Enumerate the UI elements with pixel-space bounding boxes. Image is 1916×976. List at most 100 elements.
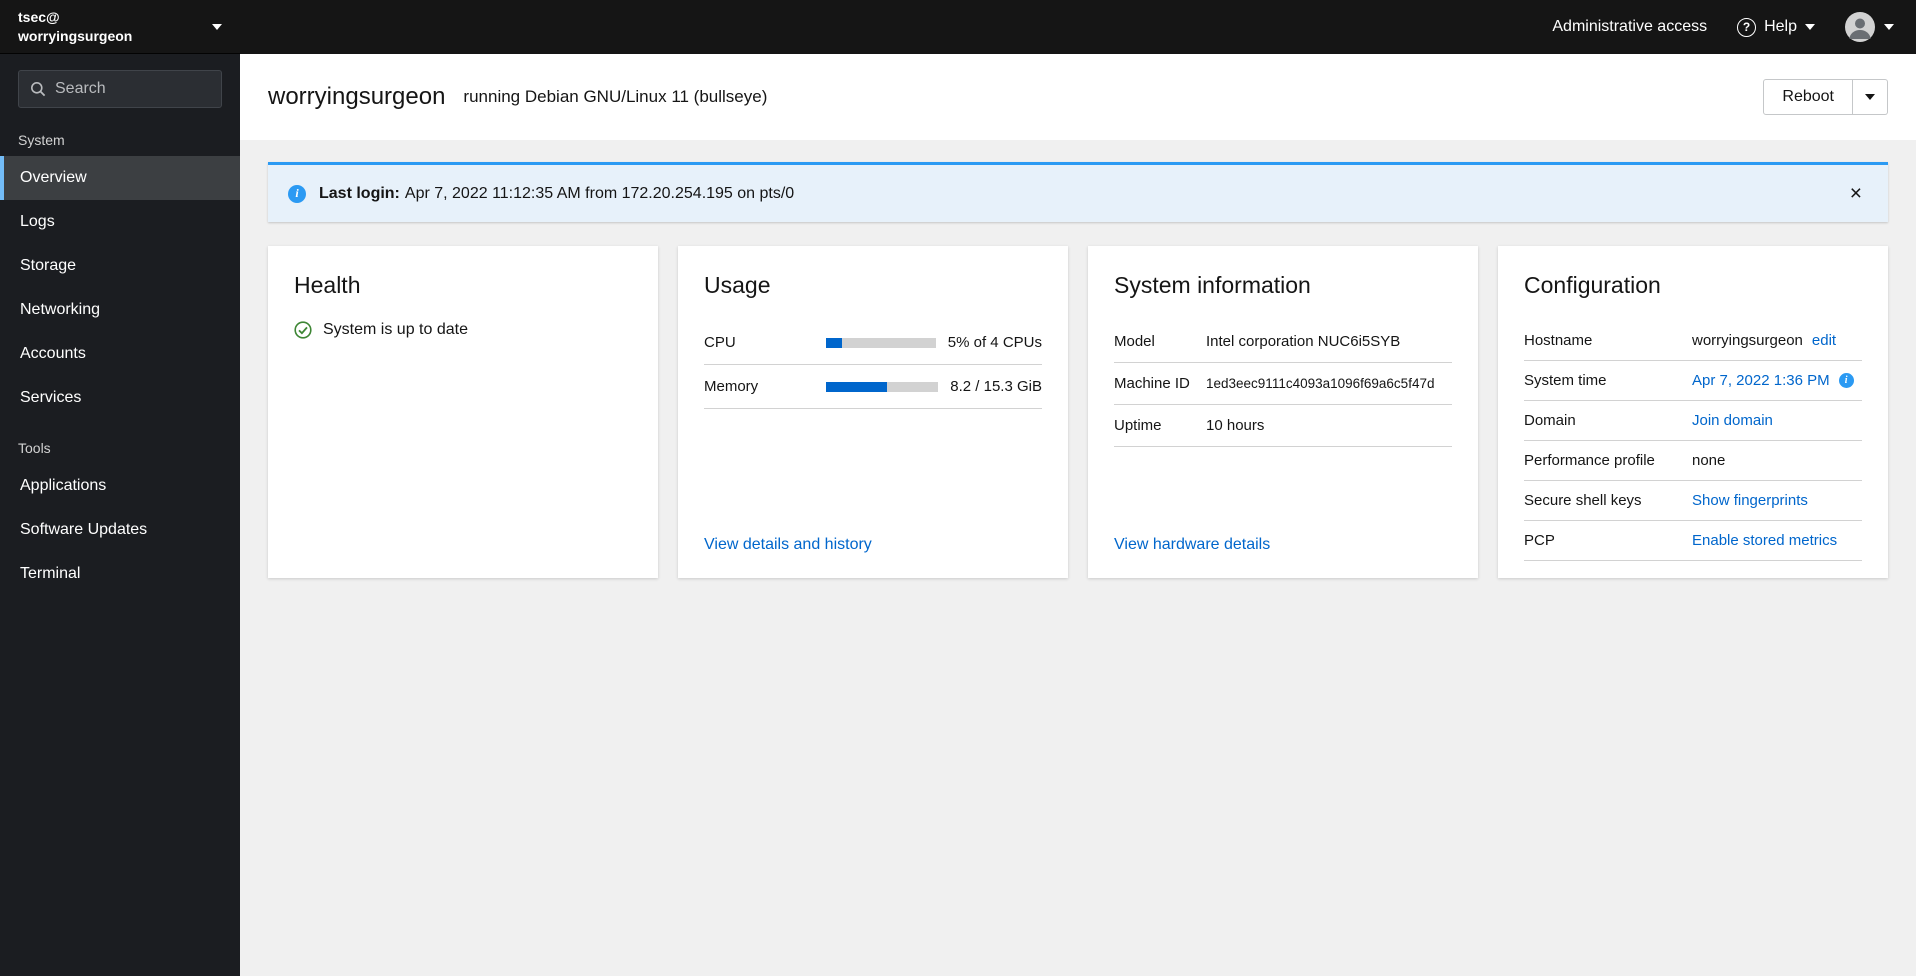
performance-profile-row: Performance profile none (1524, 441, 1862, 481)
health-status-text: System is up to date (323, 321, 468, 338)
show-fingerprints-link[interactable]: Show fingerprints (1692, 492, 1808, 509)
domain-row: Domain Join domain (1524, 401, 1862, 441)
model-row: Model Intel corporation NUC6i5SYB (1114, 321, 1452, 363)
view-details-history-link[interactable]: View details and history (704, 536, 1042, 554)
close-icon[interactable]: × (1844, 181, 1868, 206)
cpu-progress-fill (826, 337, 843, 348)
reboot-split-button: Reboot (1763, 79, 1888, 115)
configuration-card: Configuration Hostname worryingsurgeon e… (1498, 246, 1888, 578)
uptime-value: 10 hours (1206, 417, 1265, 434)
machine-id-value: 1ed3eec9111c4093a1096f69a6c5f47d (1206, 376, 1435, 391)
nav-section-system: System (18, 132, 65, 148)
performance-profile-value: none (1692, 452, 1726, 469)
sidebar-item-logs[interactable]: Logs (0, 200, 240, 244)
hostname-row: Hostname worryingsurgeon edit (1524, 321, 1862, 361)
cpu-usage-row: CPU 5% of 4 CPUs (704, 321, 1042, 365)
sidebar-item-terminal[interactable]: Terminal (0, 552, 240, 596)
time-info-icon[interactable]: i (1838, 373, 1854, 388)
machine-id-label: Machine ID (1114, 375, 1190, 392)
memory-progress-bar (826, 381, 939, 392)
main-content: worryingsurgeon running Debian GNU/Linux… (240, 54, 1916, 976)
domain-label: Domain (1524, 412, 1576, 429)
chevron-down-icon (1805, 24, 1815, 30)
health-status-row: System is up to date (294, 321, 632, 339)
sidebar-item-services[interactable]: Services (0, 376, 240, 420)
usage-card-title: Usage (704, 272, 771, 298)
pcp-label: PCP (1524, 532, 1555, 549)
help-label: Help (1764, 18, 1797, 35)
chevron-down-icon (212, 23, 222, 30)
system-information-card: System information Model Intel corporati… (1088, 246, 1478, 578)
configuration-title: Configuration (1524, 272, 1661, 298)
page-title: worryingsurgeon (268, 83, 446, 110)
memory-label: Memory (704, 378, 759, 395)
cpu-label: CPU (704, 334, 736, 351)
usage-card: Usage CPU 5% of 4 CPUs Memory 8.2 / 15.3… (678, 246, 1068, 578)
search-icon (30, 81, 46, 97)
help-icon: ? (1737, 17, 1757, 37)
cockpit-app: tsec@ worryingsurgeon System Overview Lo… (0, 0, 1916, 976)
chevron-down-icon (1865, 94, 1875, 100)
avatar (1845, 12, 1875, 42)
sidebar-item-overview[interactable]: Overview (0, 156, 240, 200)
performance-profile-label: Performance profile (1524, 452, 1655, 469)
view-hardware-details-link[interactable]: View hardware details (1114, 536, 1452, 554)
sidebar-item-storage[interactable]: Storage (0, 244, 240, 288)
health-card-title: Health (294, 272, 361, 298)
os-description: running Debian GNU/Linux 11 (bullseye) (463, 87, 768, 106)
sidebar-item-software-updates[interactable]: Software Updates (0, 508, 240, 552)
host-switcher[interactable]: tsec@ worryingsurgeon (0, 0, 240, 54)
machine-id-row: Machine ID 1ed3eec9111c4093a1096f69a6c5f… (1114, 363, 1452, 405)
sidebar-item-applications[interactable]: Applications (0, 464, 240, 508)
administrative-access-button[interactable]: Administrative access (1552, 18, 1707, 36)
system-time-label: System time (1524, 372, 1607, 389)
system-time-row: System time Apr 7, 2022 1:36 PM i (1524, 361, 1862, 401)
pcp-row: PCP Enable stored metrics (1524, 521, 1862, 561)
page-header: worryingsurgeon running Debian GNU/Linux… (240, 54, 1916, 140)
cpu-progress-bar (826, 337, 936, 348)
nav-section-tools: Tools (18, 440, 51, 456)
sidebar-item-networking[interactable]: Networking (0, 288, 240, 332)
sidebar-nav: System Overview Logs Storage Networking … (0, 112, 240, 596)
reboot-dropdown-toggle[interactable] (1853, 79, 1888, 115)
overview-cards: Health System is up to date Usage CPU 5%… (268, 246, 1888, 578)
check-circle-icon (294, 321, 312, 339)
health-card: Health System is up to date (268, 246, 658, 578)
uptime-label: Uptime (1114, 417, 1162, 434)
enable-stored-metrics-link[interactable]: Enable stored metrics (1692, 532, 1837, 549)
sidebar: tsec@ worryingsurgeon System Overview Lo… (0, 0, 240, 976)
sidebar-item-accounts[interactable]: Accounts (0, 332, 240, 376)
last-login-message: Apr 7, 2022 11:12:35 AM from 172.20.254.… (404, 184, 795, 202)
hostname-edit-link[interactable]: edit (1812, 332, 1836, 349)
memory-progress-fill (826, 381, 887, 392)
hostname-label: Hostname (1524, 332, 1593, 349)
uptime-row: Uptime 10 hours (1114, 405, 1452, 447)
last-login-alert: i Last login: Apr 7, 2022 11:12:35 AM fro… (268, 162, 1888, 222)
overview-content: i Last login: Apr 7, 2022 11:12:35 AM fro… (240, 140, 1916, 976)
help-menu-button[interactable]: ? Help (1737, 17, 1815, 37)
host-switcher-label: tsec@ worryingsurgeon (18, 8, 132, 44)
ssh-keys-label: Secure shell keys (1524, 492, 1642, 509)
sidebar-search (18, 70, 222, 108)
current-user: tsec@ (18, 9, 60, 26)
masthead: Administrative access ? Help (240, 0, 1916, 54)
system-information-title: System information (1114, 272, 1311, 298)
model-value: Intel corporation NUC6i5SYB (1206, 333, 1401, 350)
chevron-down-icon (1884, 24, 1894, 30)
join-domain-link[interactable]: Join domain (1692, 412, 1773, 429)
system-time-link[interactable]: Apr 7, 2022 1:36 PM (1692, 372, 1830, 389)
search-input[interactable] (55, 80, 210, 98)
memory-usage-row: Memory 8.2 / 15.3 GiB (704, 365, 1042, 409)
cpu-detail: 5% of 4 CPUs (947, 334, 1042, 351)
info-icon: i (288, 184, 306, 203)
current-host: worryingsurgeon (18, 27, 133, 44)
session-menu-button[interactable] (1845, 12, 1894, 42)
last-login-label: Last login: (319, 184, 400, 202)
ssh-keys-row: Secure shell keys Show fingerprints (1524, 481, 1862, 521)
model-label: Model (1114, 333, 1155, 350)
administrative-access-label: Administrative access (1552, 18, 1708, 35)
memory-detail: 8.2 / 15.3 GiB (950, 378, 1042, 395)
hostname-value: worryingsurgeon (1692, 332, 1803, 349)
last-login-text: Last login: Apr 7, 2022 11:12:35 AM from … (319, 185, 794, 203)
reboot-button[interactable]: Reboot (1763, 79, 1853, 115)
